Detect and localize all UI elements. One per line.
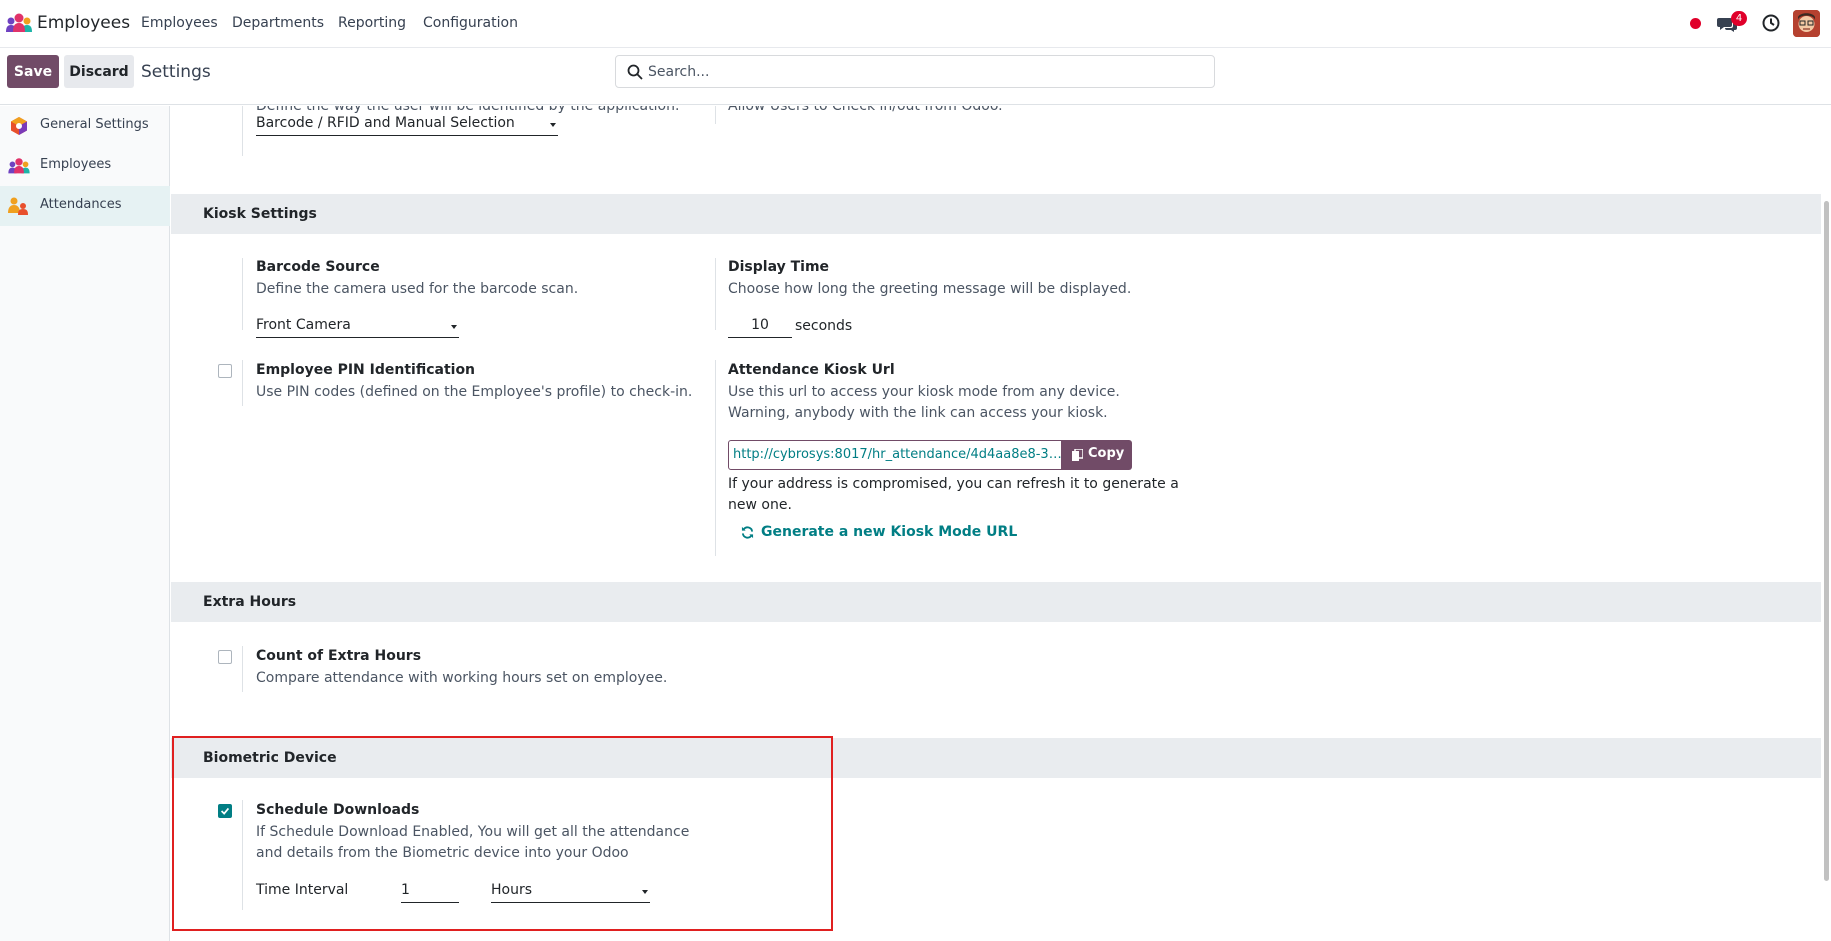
menu-configuration[interactable]: Configuration [423, 15, 518, 31]
employees-app-icon[interactable] [6, 12, 32, 34]
setting-divider [242, 646, 243, 692]
search-input[interactable] [648, 56, 1208, 87]
sidebar-item-label: Attendances [40, 197, 122, 212]
settings-logo-icon [11, 117, 27, 135]
barcode-source-value: Front Camera [256, 317, 351, 333]
refresh-hint-line2: new one. [728, 497, 792, 513]
top-navbar: Employees Employees Departments Reportin… [0, 0, 1831, 48]
display-time-description: Choose how long the greeting message wil… [728, 281, 1132, 297]
identification-mode-value: Barcode / RFID and Manual Selection [256, 115, 515, 131]
employee-pin-label: Employee PIN Identification [256, 362, 476, 378]
sidebar-item-general-settings[interactable]: General Settings [0, 106, 170, 146]
clock-icon[interactable] [1762, 14, 1780, 32]
setting-divider [715, 360, 716, 556]
kiosk-url-label: Attendance Kiosk Url [728, 362, 895, 378]
activity-status-dot[interactable] [1690, 18, 1701, 29]
chevron-down-icon [451, 325, 457, 329]
menu-departments[interactable]: Departments [232, 15, 324, 31]
refresh-icon[interactable] [741, 526, 754, 539]
chevron-down-icon [550, 123, 556, 127]
sidebar-item-label: General Settings [40, 117, 149, 132]
kiosk-settings-header: Kiosk Settings [171, 194, 1821, 234]
display-time-input[interactable]: 10 [728, 316, 792, 338]
copy-button-label: Copy [1088, 446, 1125, 461]
app-title[interactable]: Employees [37, 13, 130, 33]
menu-reporting[interactable]: Reporting [338, 15, 406, 31]
extra-hours-header: Extra Hours [171, 582, 1821, 622]
kiosk-url-warning: Warning, anybody with the link can acces… [728, 405, 1108, 421]
user-avatar[interactable] [1793, 10, 1820, 37]
clipboard-icon [1072, 449, 1083, 461]
scrollbar-thumb[interactable] [1824, 201, 1829, 881]
sidebar-item-attendances[interactable]: Attendances [0, 186, 170, 226]
control-panel: Save Discard Settings [0, 48, 1831, 105]
search-icon [627, 64, 643, 80]
barcode-source-label: Barcode Source [256, 259, 380, 275]
setting-divider [242, 258, 243, 330]
messages-count-badge: 4 [1731, 11, 1747, 26]
biometric-section-highlight [172, 736, 833, 931]
extra-hours-description: Compare attendance with working hours se… [256, 670, 668, 686]
sidebar-item-employees[interactable]: Employees [0, 146, 170, 186]
attendances-icon [8, 197, 28, 215]
kiosk-url-value: http://cybrosys:8017/hr_attendance/4d4aa… [733, 447, 1065, 462]
avatar-face-icon [1793, 10, 1820, 37]
kiosk-url-field[interactable]: http://cybrosys:8017/hr_attendance/4d4aa… [728, 440, 1073, 470]
search-box[interactable] [615, 55, 1215, 88]
sidebar-item-label: Employees [40, 157, 112, 172]
display-time-label: Display Time [728, 259, 830, 275]
save-button[interactable]: Save [7, 55, 59, 88]
employees-icon [8, 158, 30, 174]
generate-kiosk-url-link[interactable]: Generate a new Kiosk Mode URL [761, 524, 1017, 540]
copy-url-button[interactable]: Copy [1061, 440, 1132, 470]
display-time-unit: seconds [795, 318, 853, 334]
setting-divider [715, 106, 716, 124]
settings-sidebar: General Settings Employees Attendances [0, 106, 170, 941]
section-title: Kiosk Settings [203, 206, 317, 222]
section-title: Extra Hours [203, 594, 297, 610]
employee-pin-description: Use PIN codes (defined on the Employee's… [256, 384, 693, 400]
setting-divider [715, 258, 716, 330]
kiosk-url-description: Use this url to access your kiosk mode f… [728, 384, 1120, 400]
setting-divider [242, 106, 243, 156]
discard-button[interactable]: Discard [64, 55, 134, 88]
barcode-source-select[interactable]: Front Camera [256, 316, 459, 338]
identification-mode-select[interactable]: Barcode / RFID and Manual Selection [256, 114, 558, 136]
setting-divider [242, 360, 243, 406]
barcode-source-description: Define the camera used for the barcode s… [256, 281, 579, 297]
content-scrollbar[interactable] [1822, 106, 1831, 941]
employee-pin-checkbox[interactable] [218, 364, 232, 378]
breadcrumb: Settings [141, 62, 211, 82]
refresh-hint-line1: If your address is compromised, you can … [728, 476, 1179, 492]
menu-employees[interactable]: Employees [141, 15, 218, 31]
check-in-out-description: Allow Users to Check in/out from Odoo. [728, 106, 1003, 114]
extra-hours-label: Count of Extra Hours [256, 648, 422, 664]
extra-hours-checkbox[interactable] [218, 650, 232, 664]
